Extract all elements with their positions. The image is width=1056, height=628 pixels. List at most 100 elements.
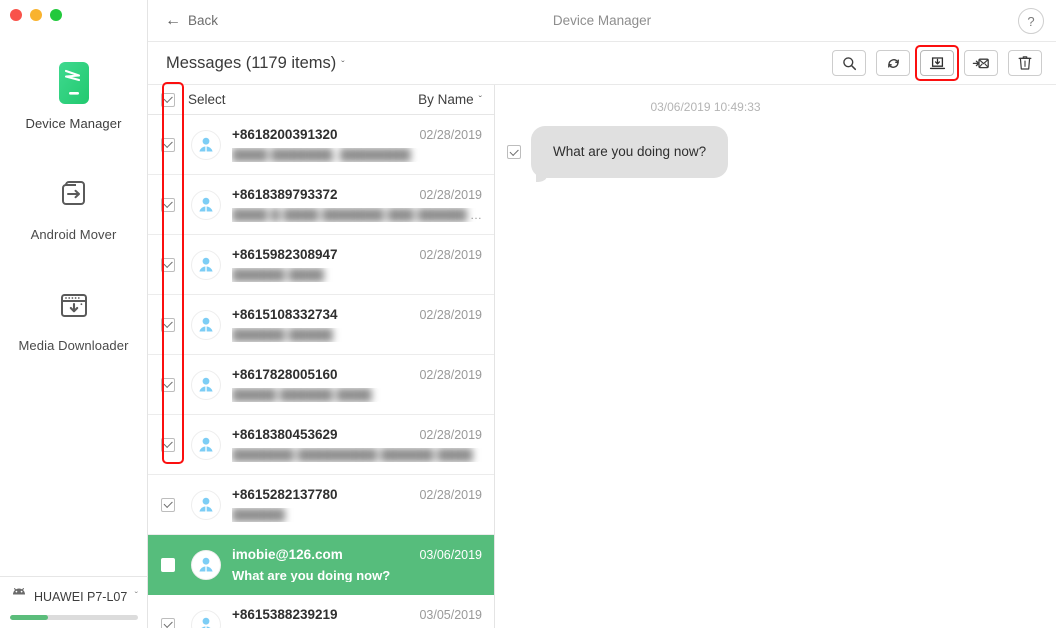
message-list-item[interactable]: +8617828005160 02/28/2019 █████ ██████ ███… [148, 355, 494, 415]
trash-icon [1018, 55, 1032, 71]
message-list-item[interactable]: +8618380453629 02/28/2019 ███████ ████████… [148, 415, 494, 475]
avatar-cell [188, 129, 224, 160]
storage-bar-track [10, 615, 138, 620]
row-message-preview: ██████ [232, 508, 286, 522]
row-content: +8618380453629 02/28/2019 ███████ ████████… [232, 427, 494, 462]
row-contact-name: imobie@126.com [232, 547, 343, 562]
avatar [191, 549, 221, 580]
row-header: +8615282137780 02/28/2019 [232, 487, 482, 502]
transfer-files-icon [49, 169, 99, 219]
message-list-item[interactable]: +8615388239219 03/05/2019 [148, 595, 494, 628]
row-select-cell [148, 317, 188, 332]
device-status-bar: HUAWEI P7-L07 ˇ [0, 576, 148, 628]
back-button-label: Back [188, 13, 219, 28]
row-checkbox[interactable] [161, 497, 175, 512]
row-contact-name: +8615108332734 [232, 307, 338, 322]
row-message-preview: ████ █ ████ ███████ ███ ████████… [232, 208, 482, 222]
row-message-preview: ████ ███████, ████████ [232, 148, 411, 162]
avatar-cell [188, 429, 224, 460]
sort-dropdown[interactable]: By Name ˇ [418, 92, 482, 107]
row-checkbox[interactable] [161, 317, 175, 332]
avatar-cell [188, 609, 224, 628]
search-button[interactable] [832, 50, 866, 76]
message-list-item[interactable]: +8618200391320 02/28/2019 ████ ███████, ██… [148, 115, 494, 175]
add-message-button[interactable] [964, 50, 998, 76]
content-area: Select By Name ˇ +8618200391320 02/28/201… [148, 84, 1056, 628]
row-contact-name: +8618380453629 [232, 427, 338, 442]
row-message-preview: ██████ ████ [232, 268, 325, 282]
message-list-pane: Select By Name ˇ +8618200391320 02/28/201… [148, 85, 495, 628]
back-button[interactable]: ← Back [165, 12, 219, 29]
window-traffic-lights [10, 9, 62, 21]
row-select-cell [148, 137, 188, 152]
row-contact-name: +8615982308947 [232, 247, 338, 262]
message-list-item[interactable]: +8615982308947 02/28/2019 ██████ ████ [148, 235, 494, 295]
row-content: +8617828005160 02/28/2019 █████ ██████ ███… [232, 367, 494, 402]
avatar [191, 129, 221, 160]
row-content: imobie@126.com 03/06/2019 What are you doi… [232, 547, 494, 582]
download-window-icon [49, 280, 99, 330]
row-content: +8615108332734 02/28/2019 ██████ █████ [232, 307, 494, 342]
row-checkbox[interactable] [161, 437, 175, 452]
avatar [191, 489, 221, 520]
sidebar-item-device-manager[interactable]: Device Manager [0, 58, 147, 131]
message-list-item[interactable]: +8618389793372 02/28/2019 ████ █ ████ ████… [148, 175, 494, 235]
row-header: +8615388239219 03/05/2019 [232, 607, 482, 622]
row-select-cell [148, 437, 188, 452]
device-name: HUAWEI P7-L07 [34, 589, 128, 604]
minimize-window-button[interactable] [30, 9, 42, 21]
message-detail-pane: 03/06/2019 10:49:33 What are you doing n… [495, 85, 1056, 628]
export-to-computer-icon [929, 56, 946, 71]
row-checkbox[interactable] [161, 197, 175, 212]
sort-dropdown-label: By Name [418, 92, 474, 107]
row-select-cell [148, 497, 188, 512]
row-content: +8615282137780 02/28/2019 ██████ [232, 487, 494, 522]
close-window-button[interactable] [10, 9, 22, 21]
row-checkbox[interactable] [161, 377, 175, 392]
row-checkbox[interactable] [161, 617, 175, 628]
row-checkbox[interactable] [161, 137, 175, 152]
select-all-checkbox[interactable] [161, 92, 175, 107]
row-checkbox[interactable] [161, 557, 175, 572]
sidebar-item-media-downloader[interactable]: Media Downloader [0, 280, 147, 353]
delete-button[interactable] [1008, 50, 1042, 76]
avatar [191, 429, 221, 460]
row-contact-name: +8618389793372 [232, 187, 338, 202]
avatar-cell [188, 549, 224, 580]
android-robot-icon [10, 587, 28, 606]
avatar [191, 609, 221, 628]
row-message-preview: █████ ██████ ████ [232, 388, 372, 402]
message-list-item[interactable]: imobie@126.com 03/06/2019 What are you doi… [148, 535, 494, 595]
row-header: +8615982308947 02/28/2019 [232, 247, 482, 262]
message-select-checkbox[interactable] [507, 145, 521, 160]
device-selector[interactable]: HUAWEI P7-L07 ˇ [10, 587, 138, 606]
row-date: 03/06/2019 [419, 548, 482, 562]
row-date: 02/28/2019 [419, 128, 482, 142]
maximize-window-button[interactable] [50, 9, 62, 21]
message-list-body[interactable]: +8618200391320 02/28/2019 ████ ███████, ██… [148, 115, 494, 628]
message-list-item[interactable]: +8615108332734 02/28/2019 ██████ █████ [148, 295, 494, 355]
message-bubble: What are you doing now? [531, 126, 729, 179]
row-message-preview: ███████ █████████ ██████ ████ [232, 448, 473, 462]
row-contact-name: +8618200391320 [232, 127, 338, 142]
row-date: 02/28/2019 [419, 188, 482, 202]
avatar [191, 369, 221, 400]
row-content: +8618200391320 02/28/2019 ████ ███████, ██… [232, 127, 494, 162]
refresh-button[interactable] [876, 50, 910, 76]
messages-section-dropdown[interactable]: Messages (1179 items) ˇ [166, 54, 345, 73]
row-contact-name: +8617828005160 [232, 367, 338, 382]
avatar-cell [188, 309, 224, 340]
chevron-down-icon: ˇ [341, 59, 345, 71]
export-button[interactable] [920, 50, 954, 76]
sidebar-item-label: Device Manager [25, 116, 122, 131]
message-list-item[interactable]: +8615282137780 02/28/2019 ██████ [148, 475, 494, 535]
sidebar-item-android-mover[interactable]: Android Mover [0, 169, 147, 242]
refresh-icon [886, 56, 901, 71]
search-icon [842, 56, 857, 71]
phone-device-icon [49, 58, 99, 108]
row-header: +8618389793372 02/28/2019 [232, 187, 482, 202]
chevron-down-icon[interactable]: ˇ [135, 591, 138, 602]
row-checkbox[interactable] [161, 257, 175, 272]
help-button[interactable]: ? [1018, 8, 1044, 34]
select-column-label: Select [188, 92, 226, 107]
